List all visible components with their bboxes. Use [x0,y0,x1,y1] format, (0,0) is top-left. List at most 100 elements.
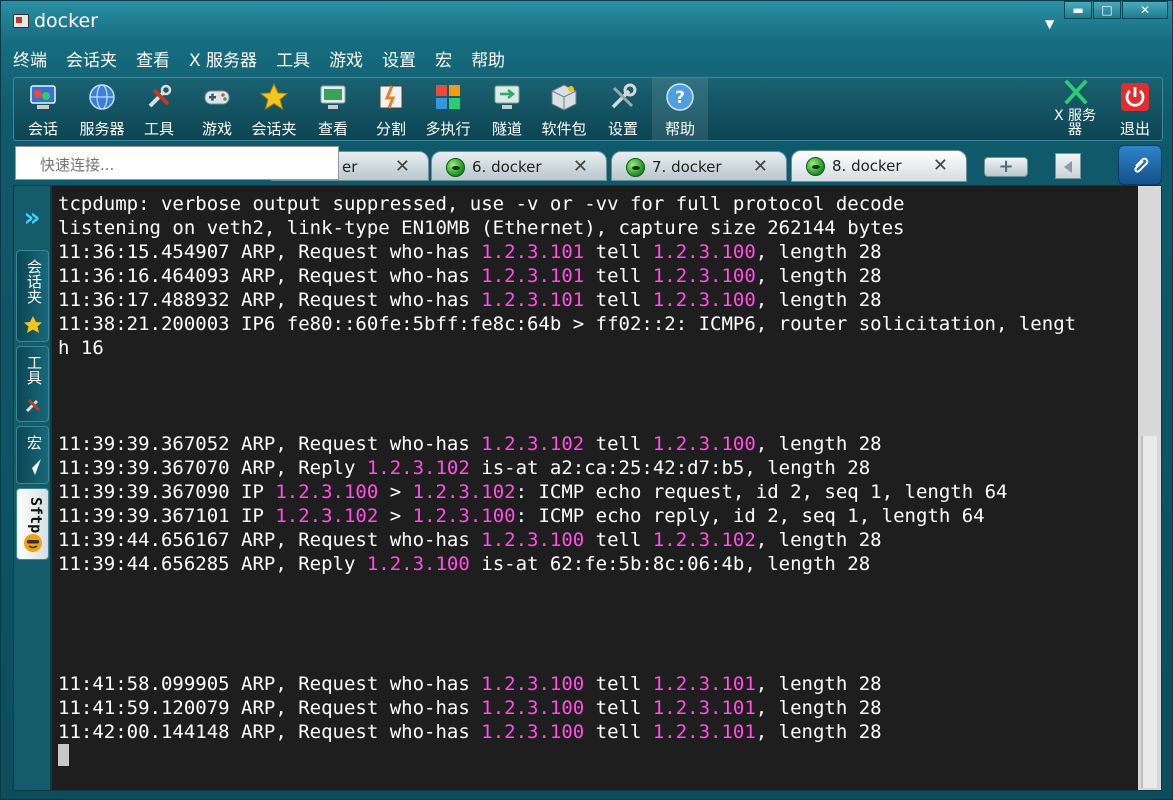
menu-settings[interactable]: 设置 [382,47,416,75]
terminal-text: 11:36:15.454907 ARP, Request who-has [58,241,482,263]
multiexec-button[interactable]: 多执行 [422,78,474,140]
tools-icon [148,84,172,108]
menu-sessions[interactable]: 会话夹 [66,47,117,75]
highlighted-address: 1.2.3.100 [481,721,585,743]
menu-terminal[interactable]: 终端 [13,47,47,75]
session-status-icon [626,158,645,177]
terminal-text: 11:36:16.464093 ARP, Request who-has [58,265,482,287]
highlighted-address: 1.2.3.100 [481,529,585,551]
menu-games[interactable]: 游戏 [329,47,363,75]
side-tab-sftp[interactable]: Sftp [16,488,49,560]
packages-button[interactable]: 软件包 [538,78,590,140]
terminal-scrollbar[interactable] [1138,186,1161,790]
settings-button[interactable]: 设置 [602,78,644,140]
terminal-text: tell [584,289,653,311]
minimize-button[interactable]: ▬ [1064,1,1092,19]
app-window: docker ▼ ▬ □ ✕ 终端 会话夹 查看 X 服务器 工具 游戏 设置 … [0,0,1173,800]
close-window-button[interactable]: ✕ [1122,1,1168,19]
star-icon [259,82,289,111]
terminal-text: 11:39:44.656285 ARP, Reply [58,553,367,575]
highlighted-address: 1.2.3.102 [652,529,756,551]
highlighted-address: 1.2.3.100 [652,265,756,287]
terminal-text: 11:36:17.488932 ARP, Request who-has [58,289,482,311]
menu-tools[interactable]: 工具 [276,47,310,75]
highlighted-address: 1.2.3.101 [481,265,585,287]
terminal-text: tcpdump: verbose output suppressed, use … [58,193,905,215]
highlighted-address: 1.2.3.100 [652,433,756,455]
chevron-down-icon[interactable]: ▼ [1045,17,1054,31]
servers-button[interactable]: 服务器 [74,78,130,140]
terminal-line: 11:36:15.454907 ARP, Request who-has 1.2… [58,240,1134,264]
terminal-text: 11:39:39.367052 ARP, Request who-has [58,433,482,455]
close-icon[interactable]: ✕ [753,156,768,177]
new-tab-button[interactable]: + [984,157,1028,177]
scrollbar-thumb[interactable] [1141,436,1157,788]
highlighted-address: 1.2.3.102 [366,457,470,479]
highlighted-address: 1.2.3.102 [412,481,516,503]
xserver-button[interactable]: X 服务器 [1048,78,1104,140]
tools-button[interactable]: 工具 [138,78,180,140]
tab-scroll-left-button[interactable] [1055,153,1081,179]
terminal-output: tcpdump: verbose output suppressed, use … [58,192,1134,744]
gamepad-icon [204,90,230,105]
help-button[interactable]: ? 帮助 [652,78,708,140]
tunneling-button[interactable]: 隧道 [486,78,528,140]
terminal-text: tell [584,721,653,743]
sessions-folder-button[interactable]: 会话夹 [248,78,300,140]
attach-panel-button[interactable] [1118,145,1162,185]
close-icon[interactable]: ✕ [573,156,588,177]
menu-bar: 终端 会话夹 查看 X 服务器 工具 游戏 设置 宏 帮助 [13,47,524,75]
side-tab-tools[interactable]: 工具 [16,346,49,422]
highlighted-address: 1.2.3.100 [481,673,585,695]
games-button[interactable]: 游戏 [194,78,240,140]
terminal-text: 11:42:00.144148 ARP, Request who-has [58,721,482,743]
app-icon [13,14,29,28]
terminal-text: 11:39:44.656167 ARP, Request who-has [58,529,482,551]
tab-session-8[interactable]: 8. docker ✕ [791,150,967,182]
terminal-view[interactable]: tcpdump: verbose output suppressed, use … [51,185,1162,791]
terminal-line: 11:36:16.464093 ARP, Request who-has 1.2… [58,264,1134,288]
highlighted-address: 1.2.3.100 [652,289,756,311]
multiexec-icon [436,85,460,109]
highlighted-address: 1.2.3.101 [481,289,585,311]
maximize-button[interactable]: □ [1093,1,1121,19]
terminal-text: 11:38:21.200003 IP6 fe80::60fe:5bff:fe8c… [58,313,1077,335]
view-button[interactable]: 查看 [312,78,354,140]
close-icon[interactable]: ✕ [933,155,948,176]
help-icon: ? [666,83,694,111]
menu-view[interactable]: 查看 [136,47,170,75]
menu-xserver[interactable]: X 服务器 [189,47,257,75]
terminal-text: , length 28 [755,529,882,551]
highlighted-address: 1.2.3.101 [652,721,756,743]
split-icon [379,85,403,109]
tab-session-6[interactable]: 6. docker ✕ [431,151,607,181]
side-tab-sessions[interactable]: 会话夹 [16,250,49,342]
terminal-line: 11:41:59.120079 ARP, Request who-has 1.2… [58,696,1134,720]
terminal-text: tell [584,265,653,287]
terminal-text: 11:41:59.120079 ARP, Request who-has [58,697,482,719]
terminal-text: > [378,481,413,503]
highlighted-address: 1.2.3.102 [481,433,585,455]
expand-sidebar-button[interactable]: » [16,190,48,246]
session-button[interactable]: 会话 [22,78,64,140]
terminal-line: listening on veth2, link-type EN10MB (Et… [58,216,1134,240]
side-tab-macros[interactable]: 宏 [16,426,49,484]
menu-macros[interactable]: 宏 [435,47,452,75]
split-button[interactable]: 分割 [370,78,412,140]
terminal-text: , length 28 [755,241,882,263]
menu-help[interactable]: 帮助 [471,47,505,75]
wrench-screwdriver-icon [611,83,637,109]
terminal-text: 11:39:39.367101 IP [58,505,276,527]
terminal-text: is-at 62:fe:5b:8c:06:4b, length 28 [469,553,871,575]
quick-connect-input[interactable] [15,146,339,180]
exit-button[interactable]: 退出 [1114,78,1156,140]
close-icon[interactable]: ✕ [395,156,410,177]
tab-session-7[interactable]: 7. docker ✕ [611,151,787,181]
highlighted-address: 1.2.3.100 [481,697,585,719]
highlighted-address: 1.2.3.100 [275,481,379,503]
terminal-text: 11:39:39.367090 IP [58,481,276,503]
terminal-text: , length 28 [755,433,882,455]
